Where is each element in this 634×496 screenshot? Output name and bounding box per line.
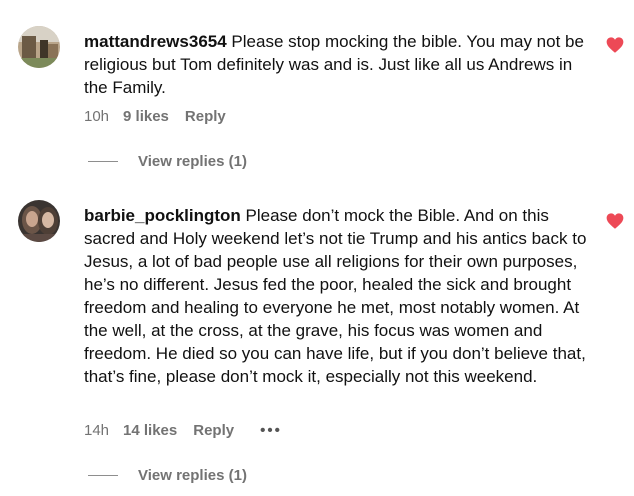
- view-replies-label: View replies (1): [138, 467, 247, 484]
- avatar[interactable]: [18, 200, 60, 242]
- comment-meta: 14h 14 likes Reply •••: [84, 422, 282, 439]
- comment-likes[interactable]: 9 likes: [123, 108, 169, 125]
- reply-button[interactable]: Reply: [185, 108, 226, 125]
- comment-username[interactable]: barbie_pocklington: [84, 206, 241, 225]
- comment-likes[interactable]: 14 likes: [123, 422, 177, 439]
- comment-body: barbie_pocklington Please don’t mock the…: [84, 204, 592, 388]
- view-replies-button[interactable]: View replies (1): [88, 467, 247, 484]
- avatar[interactable]: [18, 26, 60, 68]
- heart-icon[interactable]: [606, 213, 624, 229]
- avatar-image: [18, 200, 60, 242]
- view-replies-label: View replies (1): [138, 153, 247, 170]
- comment-body: mattandrews3654 Please stop mocking the …: [84, 30, 592, 99]
- divider-line: [88, 161, 118, 162]
- more-options-icon[interactable]: •••: [260, 422, 282, 439]
- heart-icon[interactable]: [606, 37, 624, 53]
- reply-button[interactable]: Reply: [193, 422, 234, 439]
- comment-timestamp: 14h: [84, 422, 110, 439]
- comment-username[interactable]: mattandrews3654: [84, 32, 227, 51]
- view-replies-button[interactable]: View replies (1): [88, 153, 247, 170]
- comment-timestamp: 10h: [84, 108, 110, 125]
- divider-line: [88, 475, 118, 476]
- comment-meta: 10h 9 likes Reply: [84, 108, 252, 125]
- avatar-image: [18, 26, 60, 68]
- comment-text: Please don’t mock the Bible. And on this…: [84, 206, 587, 386]
